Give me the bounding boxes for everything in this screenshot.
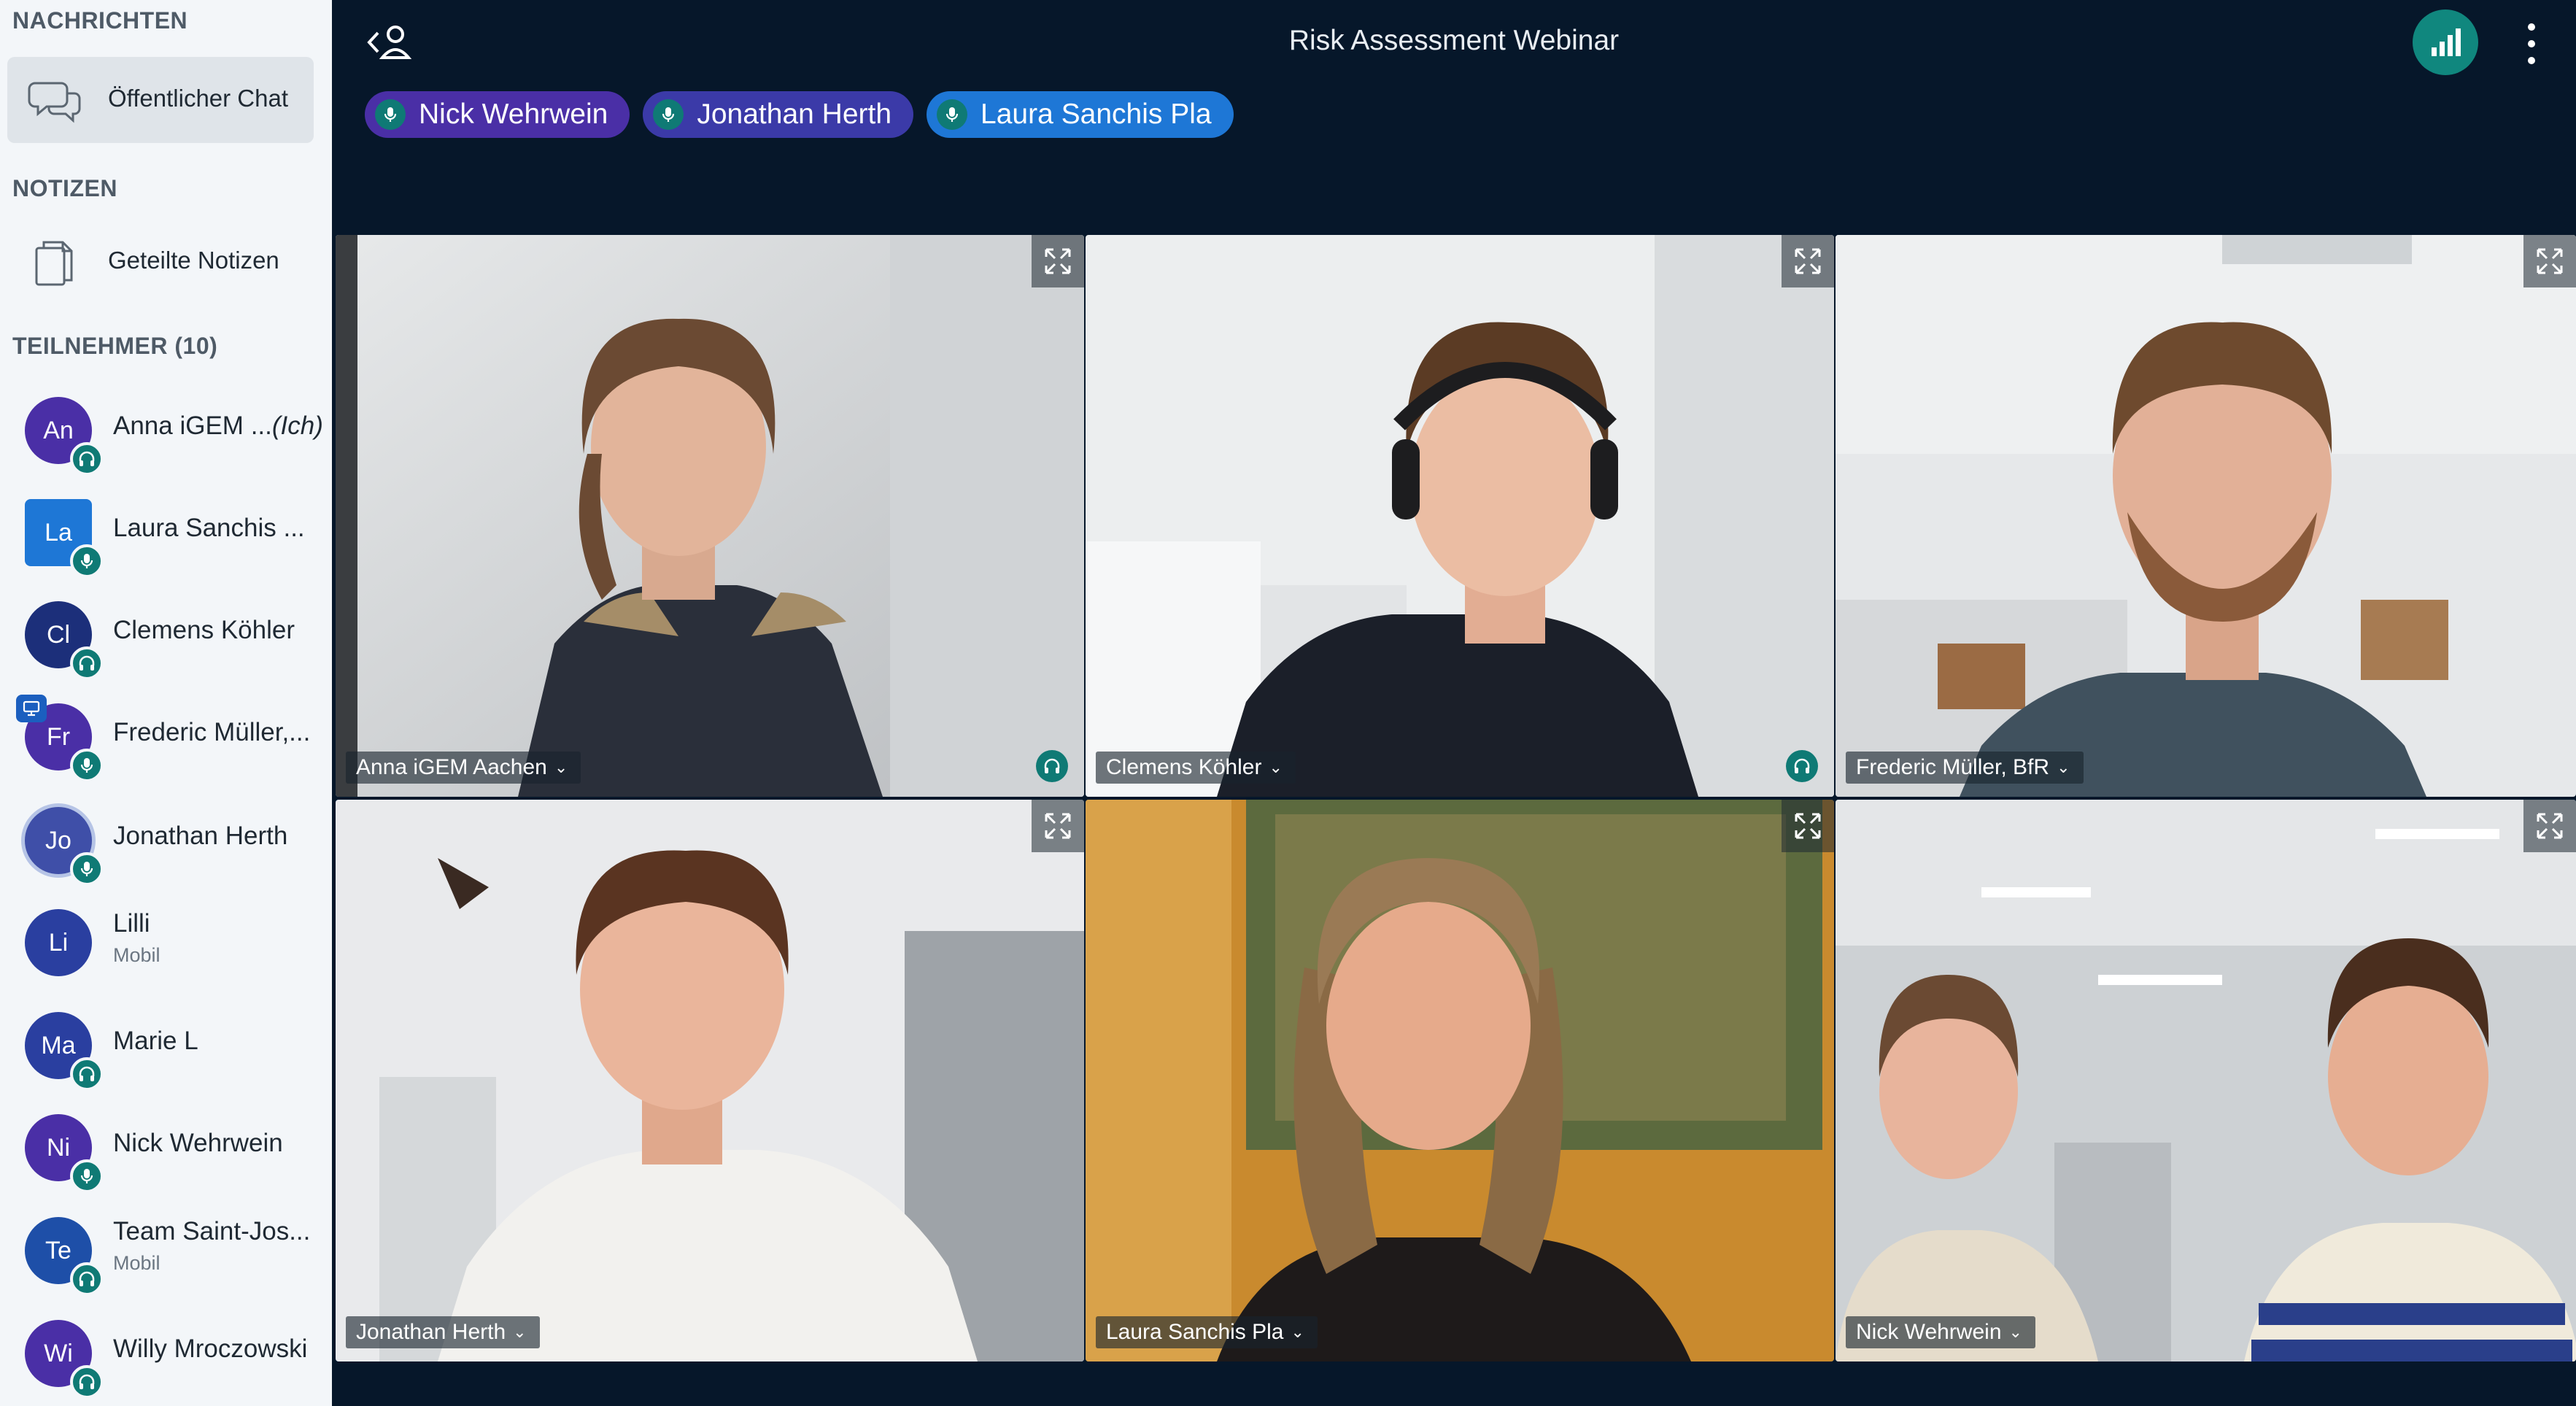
headset-icon: [70, 442, 104, 476]
participant-name: Laura Sanchis ...: [113, 514, 305, 542]
headset-icon: [70, 1365, 104, 1399]
microphone-icon: [70, 544, 104, 578]
expand-icon: [2537, 813, 2563, 839]
video-feed-laura: [1086, 800, 1834, 1361]
chevron-down-icon: ⌄: [1291, 1323, 1304, 1341]
chevron-down-icon: ⌄: [2008, 1323, 2022, 1341]
participant-name: Clemens Köhler: [113, 616, 295, 644]
video-tile[interactable]: Clemens Köhler ⌄: [1086, 235, 1834, 797]
notes-section-title: NOTIZEN: [12, 175, 117, 201]
talking-indicator-bar: Nick Wehrwein Jonathan Herth Laura Sanchis…: [365, 91, 1234, 138]
video-name-tag[interactable]: Laura Sanchis Pla ⌄: [1096, 1316, 1318, 1348]
fullscreen-button[interactable]: [1032, 235, 1084, 287]
headset-icon: [70, 646, 104, 680]
headset-icon: [1036, 750, 1068, 782]
video-name-tag[interactable]: Frederic Müller, BfR ⌄: [1846, 752, 2084, 784]
video-tile[interactable]: Anna iGEM Aachen ⌄: [336, 235, 1084, 797]
signal-bars-icon: [2432, 28, 2461, 56]
video-name-tag[interactable]: Jonathan Herth ⌄: [346, 1316, 540, 1348]
fullscreen-button[interactable]: [2523, 235, 2576, 287]
microphone-icon: [70, 749, 104, 782]
chevron-down-icon: ⌄: [513, 1323, 527, 1341]
participant-row[interactable]: La Laura Sanchis ...: [0, 482, 332, 584]
participant-row[interactable]: Li Lilli Mobil: [0, 892, 332, 994]
participant-row[interactable]: An Anna iGEM ...(Ich): [0, 379, 332, 482]
talker-name: Jonathan Herth: [697, 99, 892, 130]
microphone-icon: [937, 99, 968, 130]
me-tag: (Ich): [271, 412, 323, 440]
participant-name: Marie L: [113, 1027, 198, 1055]
expand-icon: [1795, 248, 1821, 274]
video-feed-clemens: [1086, 235, 1834, 797]
participant-client-type: Mobil: [113, 1252, 160, 1274]
talker-name: Laura Sanchis Pla: [980, 99, 1212, 130]
participant-name: Nick Wehrwein: [113, 1129, 283, 1157]
meeting-title: Risk Assessment Webinar: [1288, 25, 1620, 56]
participant-row[interactable]: Fr Frederic Müller,...: [0, 686, 332, 788]
top-bar: Risk Assessment Webinar: [332, 0, 2576, 88]
participant-row[interactable]: Cl Clemens Köhler: [0, 584, 332, 686]
public-chat-item[interactable]: Öffentlicher Chat: [7, 57, 314, 143]
expand-icon: [1045, 248, 1071, 274]
fullscreen-button[interactable]: [1782, 235, 1834, 287]
notes-icon: [26, 233, 85, 292]
participant-name: Lilli: [113, 909, 150, 938]
video-tile[interactable]: Nick Wehrwein ⌄: [1836, 800, 2576, 1361]
fullscreen-button[interactable]: [2523, 800, 2576, 852]
video-feed-frederic: [1836, 235, 2576, 797]
avatar: Li: [25, 909, 92, 976]
participant-row[interactable]: Wi Willy Mroczowski: [0, 1302, 332, 1405]
presenter-icon: [16, 695, 47, 722]
microphone-icon: [653, 99, 684, 130]
participant-name: Willy Mroczowski: [113, 1334, 308, 1363]
expand-icon: [1795, 813, 1821, 839]
microphone-icon: [375, 99, 406, 130]
chevron-down-icon: ⌄: [2057, 758, 2070, 776]
participant-row[interactable]: Ma Marie L: [0, 994, 332, 1097]
video-feed-jonathan: [336, 800, 1084, 1361]
participant-row[interactable]: Te Team Saint-Jos... Mobil: [0, 1200, 332, 1302]
video-name-tag[interactable]: Nick Wehrwein ⌄: [1846, 1316, 2035, 1348]
video-feed-anna: [336, 235, 1084, 797]
headset-icon: [70, 1262, 104, 1296]
microphone-icon: [70, 1159, 104, 1193]
participant-row[interactable]: Ni Nick Wehrwein: [0, 1097, 332, 1199]
chevron-down-icon: ⌄: [554, 758, 568, 776]
participant-client-type: Mobil: [113, 944, 160, 966]
headset-icon: [70, 1057, 104, 1091]
expand-icon: [2537, 248, 2563, 274]
chevron-down-icon: ⌄: [1269, 758, 1283, 776]
chat-bubbles-icon: [26, 72, 85, 130]
participant-name: Team Saint-Jos...: [113, 1217, 311, 1245]
sidebar: NACHRICHTEN Öffentlicher Chat NOTIZEN Ge…: [0, 0, 332, 1406]
talking-indicator[interactable]: Nick Wehrwein: [365, 91, 630, 138]
options-menu-button[interactable]: [2521, 18, 2542, 69]
public-chat-label: Öffentlicher Chat: [108, 85, 289, 112]
headset-icon: [1786, 750, 1818, 782]
participant-name: Jonathan Herth: [113, 822, 288, 850]
fullscreen-button[interactable]: [1032, 800, 1084, 852]
connection-status-button[interactable]: [2413, 9, 2478, 75]
talking-indicator[interactable]: Laura Sanchis Pla: [927, 91, 1234, 138]
participants-section-title: TEILNEHMER (10): [12, 333, 218, 359]
webinar-app: NACHRICHTEN Öffentlicher Chat NOTIZEN Ge…: [0, 0, 2576, 1406]
video-name-tag[interactable]: Clemens Köhler ⌄: [1096, 752, 1296, 784]
fullscreen-button[interactable]: [1782, 800, 1834, 852]
video-tile[interactable]: Jonathan Herth ⌄: [336, 800, 1084, 1361]
shared-notes-item[interactable]: Geteilte Notizen: [7, 219, 314, 305]
video-name-tag[interactable]: Anna iGEM Aachen ⌄: [346, 752, 581, 784]
talker-name: Nick Wehrwein: [419, 99, 608, 130]
participant-row[interactable]: Jo Jonathan Herth: [0, 789, 332, 892]
microphone-icon: [70, 852, 104, 886]
participant-name: Anna iGEM ...(Ich): [113, 412, 323, 440]
talking-indicator[interactable]: Jonathan Herth: [643, 91, 914, 138]
video-tile[interactable]: Laura Sanchis Pla ⌄: [1086, 800, 1834, 1361]
messages-section-title: NACHRICHTEN: [12, 7, 188, 34]
participant-name: Frederic Müller,...: [113, 718, 311, 746]
shared-notes-label: Geteilte Notizen: [108, 247, 279, 274]
expand-icon: [1045, 813, 1071, 839]
video-grid: Anna iGEM Aachen ⌄ Clemens Köhler ⌄ Fred…: [336, 235, 2576, 1363]
video-tile[interactable]: Frederic Müller, BfR ⌄: [1836, 235, 2576, 797]
video-feed-nick: [1836, 800, 2576, 1361]
